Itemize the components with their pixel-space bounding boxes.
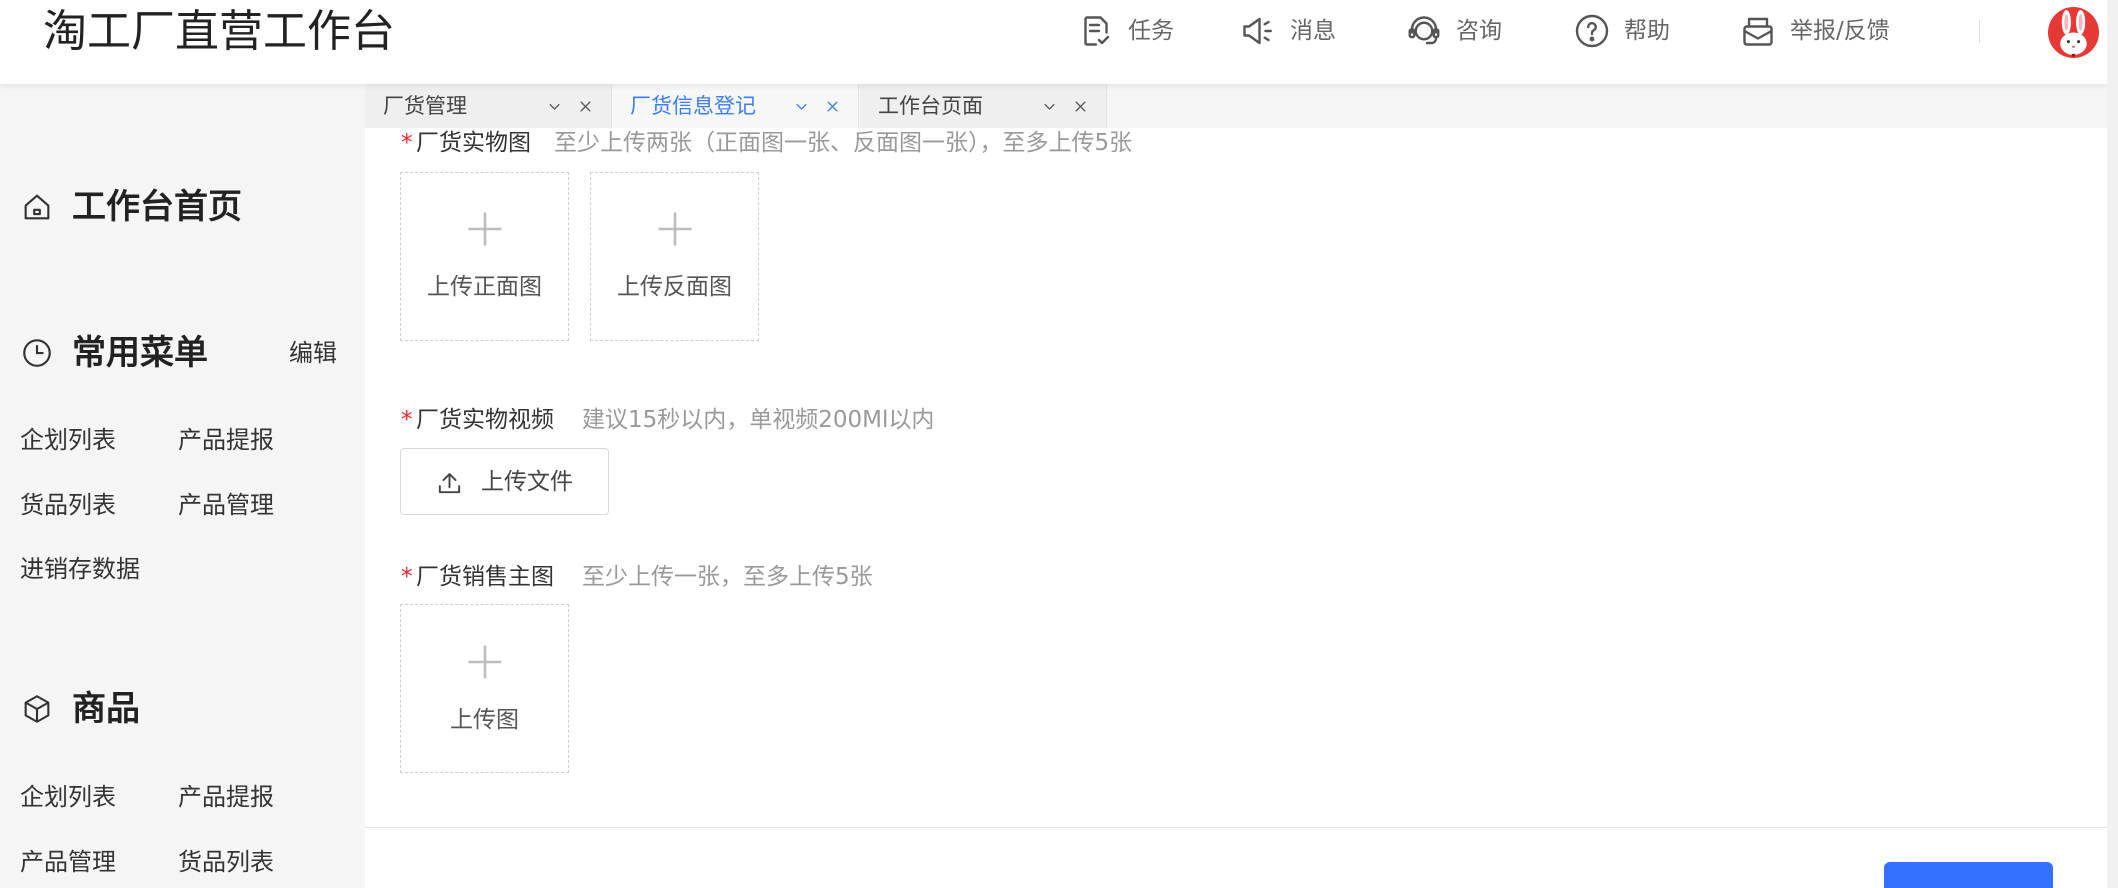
sidebar-item-inventory-data[interactable]: 进销存数据 (20, 557, 140, 581)
upload-main-image[interactable]: 上传图 (400, 604, 569, 773)
header-message-button[interactable]: 消息 (1240, 13, 1336, 49)
field-label-photos: 厂货实物图 (416, 130, 531, 156)
field-hint-main-image: 至少上传一张，至多上传5张 (582, 564, 873, 590)
header-help-label: 帮助 (1624, 18, 1670, 44)
upload-file-label: 上传文件 (481, 469, 573, 495)
header-help-button[interactable]: 帮助 (1574, 13, 1670, 49)
close-icon[interactable] (825, 99, 840, 114)
task-icon (1078, 13, 1114, 49)
header-task-label: 任务 (1128, 18, 1174, 44)
upload-label: 上传反面图 (617, 274, 732, 300)
header-message-label: 消息 (1290, 18, 1336, 44)
chevron-down-icon[interactable] (794, 99, 809, 114)
main-content: * 厂货实物图 至少上传两张（正面图一张、反面图一张），至多上传5张 上传正面图… (365, 128, 2107, 888)
header-task-button[interactable]: 任务 (1078, 13, 1174, 49)
field-label-main-image: 厂货销售主图 (416, 564, 554, 590)
sidebar-item-product-manage[interactable]: 产品管理 (20, 850, 116, 874)
header-consult-button[interactable]: 咨询 (1406, 13, 1502, 49)
tab-bar: 厂货管理 厂货信息登记 工作台页面 (365, 84, 2107, 128)
sidebar-common-menu-heading: 常用菜单 (72, 333, 208, 373)
app-title: 淘工厂直营工作台 (43, 6, 395, 57)
header-divider (1979, 20, 1980, 43)
field-hint-photos: 至少上传两张（正面图一张、反面图一张），至多上传5张 (554, 130, 1133, 156)
home-icon (20, 190, 54, 224)
required-mark: * (401, 130, 413, 156)
sidebar-item-plan-list[interactable]: 企划列表 (20, 428, 116, 452)
sidebar-item-goods-list[interactable]: 货品列表 (20, 493, 116, 517)
plus-icon (653, 207, 697, 251)
required-mark: * (401, 407, 413, 433)
header-consult-label: 咨询 (1456, 18, 1502, 44)
help-icon (1574, 13, 1610, 49)
upload-icon (435, 468, 464, 497)
sidebar-edit-link[interactable]: 编辑 (289, 341, 337, 365)
tab-label: 厂货信息登记 (630, 94, 756, 118)
tab-goods-info-register[interactable]: 厂货信息登记 (612, 84, 859, 128)
required-mark: * (401, 564, 413, 590)
top-header: 淘工厂直营工作台 任务 消息 咨询 帮助 举报/反馈 (0, 0, 2107, 84)
close-icon[interactable] (578, 99, 593, 114)
clock-icon (20, 336, 54, 370)
sidebar-item-product-manage[interactable]: 产品管理 (178, 493, 274, 517)
sidebar-item-product-submit[interactable]: 产品提报 (178, 428, 274, 452)
sidebar-item-goods-list[interactable]: 货品列表 (178, 850, 274, 874)
upload-label: 上传正面图 (427, 274, 542, 300)
header-report-button[interactable]: 举报/反馈 (1740, 13, 1890, 49)
vertical-scrollbar[interactable] (2107, 0, 2118, 888)
sidebar-item-product-submit[interactable]: 产品提报 (178, 785, 274, 809)
footer-divider (365, 827, 2107, 828)
plus-icon (463, 207, 507, 251)
sidebar-item-plan-list[interactable]: 企划列表 (20, 785, 116, 809)
sidebar-home-link[interactable]: 工作台首页 (72, 190, 242, 224)
tab-workbench-page[interactable]: 工作台页面 (860, 84, 1107, 128)
upload-front-image[interactable]: 上传正面图 (400, 172, 569, 341)
tab-goods-manage[interactable]: 厂货管理 (365, 84, 612, 128)
cube-icon (20, 692, 54, 726)
primary-submit-button[interactable] (1884, 862, 2053, 888)
chevron-down-icon[interactable] (1042, 99, 1057, 114)
tab-label: 厂货管理 (383, 94, 467, 118)
tab-label: 工作台页面 (878, 94, 983, 118)
sidebar: 工作台首页 常用菜单 编辑 企划列表 产品提报 货品列表 产品管理 进销存数据 … (0, 84, 365, 888)
field-label-video: 厂货实物视频 (416, 407, 554, 433)
user-avatar[interactable] (2048, 7, 2099, 58)
upload-label: 上传图 (450, 707, 519, 733)
sidebar-goods-heading: 商品 (72, 689, 140, 729)
megaphone-icon (1240, 13, 1276, 49)
close-icon[interactable] (1073, 99, 1088, 114)
upload-file-button[interactable]: 上传文件 (400, 448, 609, 515)
report-icon (1740, 13, 1776, 49)
upload-back-image[interactable]: 上传反面图 (590, 172, 759, 341)
field-hint-video: 建议15秒以内，单视频200Ml以内 (582, 407, 935, 433)
header-report-label: 举报/反馈 (1790, 18, 1890, 44)
chevron-down-icon[interactable] (547, 99, 562, 114)
plus-icon (463, 640, 507, 684)
headset-icon (1406, 13, 1442, 49)
